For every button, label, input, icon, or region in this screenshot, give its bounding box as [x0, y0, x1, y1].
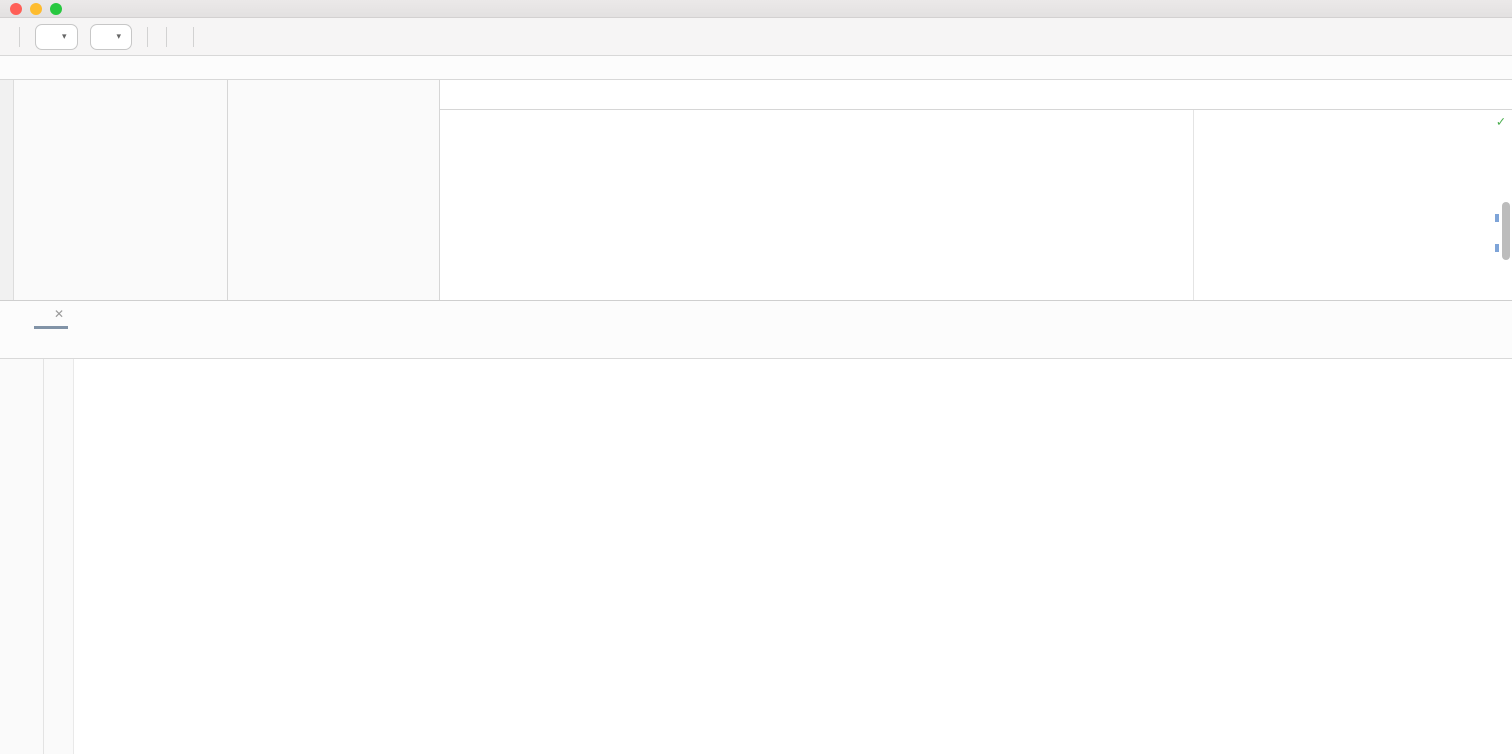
debug-console[interactable]	[74, 359, 1512, 754]
scrollbar-change-mark	[1495, 214, 1499, 222]
scrollbar-change-mark	[1495, 244, 1499, 252]
tool-window-stripe	[0, 80, 14, 300]
structure-panel-header	[228, 80, 439, 108]
toolbar-separator	[19, 26, 20, 47]
structure-panel	[228, 80, 440, 300]
zoom-window-button[interactable]	[50, 3, 62, 15]
toolbar-separator	[147, 26, 149, 47]
minimize-window-button[interactable]	[30, 3, 42, 15]
debug-session-tab[interactable]: ✕	[34, 301, 69, 329]
right-margin-guide	[1193, 110, 1194, 300]
run-config-selector[interactable]: ▾	[89, 23, 133, 50]
project-panel	[14, 80, 228, 300]
close-window-button[interactable]	[10, 3, 22, 15]
debug-toolbar	[0, 329, 1512, 359]
editor-body[interactable]: ✓	[440, 110, 1512, 300]
ide-window: ▾ ▾ ✓ ✕	[0, 0, 1512, 754]
editor-tabbar	[440, 80, 1512, 110]
chevron-down-icon: ▾	[62, 31, 67, 41]
main-toolbar: ▾ ▾	[0, 18, 1512, 56]
device-selector[interactable]: ▾	[35, 23, 78, 50]
main-area: ✓	[0, 80, 1512, 300]
close-icon[interactable]: ✕	[54, 307, 64, 321]
toolbar-separator	[193, 26, 195, 47]
titlebar	[0, 0, 1512, 18]
project-panel-header	[14, 80, 227, 108]
debug-header: ✕	[0, 301, 1512, 329]
chevron-down-icon: ▾	[116, 31, 122, 41]
editor: ✓	[440, 80, 1512, 300]
debug-body	[0, 359, 1512, 754]
breadcrumb	[0, 56, 1512, 80]
toolbar-separator	[166, 26, 168, 47]
editor-scrollbar[interactable]	[1502, 202, 1510, 260]
debug-panel: ✕	[0, 300, 1512, 754]
inspections-ok-icon[interactable]: ✓	[1497, 114, 1505, 130]
